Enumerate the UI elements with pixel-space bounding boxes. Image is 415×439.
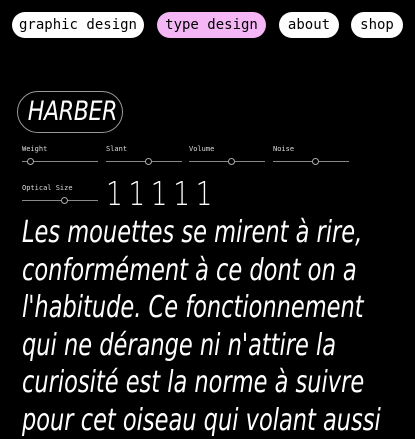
specimen-line: Les mouettes se mirent à rire, (22, 214, 412, 252)
nav-about[interactable]: about (279, 12, 339, 38)
optical-size-slider-handle[interactable] (61, 197, 68, 204)
optical-size-slider[interactable] (22, 196, 98, 206)
volume-slider-handle[interactable] (228, 158, 235, 165)
noise-control: Noise (273, 144, 349, 167)
nav-shop[interactable]: shop (351, 12, 403, 38)
weight-label: Weight (22, 144, 98, 154)
slant-control: Slant (106, 144, 182, 167)
optical-size-control: Optical Size (22, 183, 98, 206)
top-nav: graphic design type design about shop (0, 12, 415, 38)
specimen-line: pour cet oiseau qui volant aussi (22, 402, 412, 439)
volume-slider[interactable] (189, 157, 265, 167)
noise-slider-handle[interactable] (312, 158, 319, 165)
typeface-name: HARBER (28, 92, 117, 132)
nav-type-design[interactable]: type design (157, 12, 266, 38)
specimen-line: curiosité est la norme à suivre (22, 364, 412, 402)
weight-slider-handle[interactable] (27, 158, 34, 165)
optical-size-label: Optical Size (22, 183, 98, 193)
nav-graphic-design[interactable]: graphic design (12, 12, 144, 38)
weight-slider[interactable] (22, 157, 98, 167)
typeface-name-badge: HARBER (17, 91, 123, 133)
specimen-line: conformément à ce dont on a (22, 252, 412, 290)
noise-slider[interactable] (273, 157, 349, 167)
noise-label: Noise (273, 144, 349, 154)
slant-slider-handle[interactable] (145, 158, 152, 165)
sample-numbers: 11111 (106, 174, 218, 213)
volume-control: Volume (189, 144, 265, 167)
slant-label: Slant (106, 144, 182, 154)
slant-slider[interactable] (106, 157, 182, 167)
volume-label: Volume (189, 144, 265, 154)
weight-control: Weight (22, 144, 98, 167)
specimen-text: Les mouettes se mirent à rire, conformém… (22, 214, 415, 439)
specimen-line: qui ne dérange ni n'attire la (22, 327, 412, 365)
specimen-line: l'habitude. Ce fonctionnement (22, 289, 412, 327)
